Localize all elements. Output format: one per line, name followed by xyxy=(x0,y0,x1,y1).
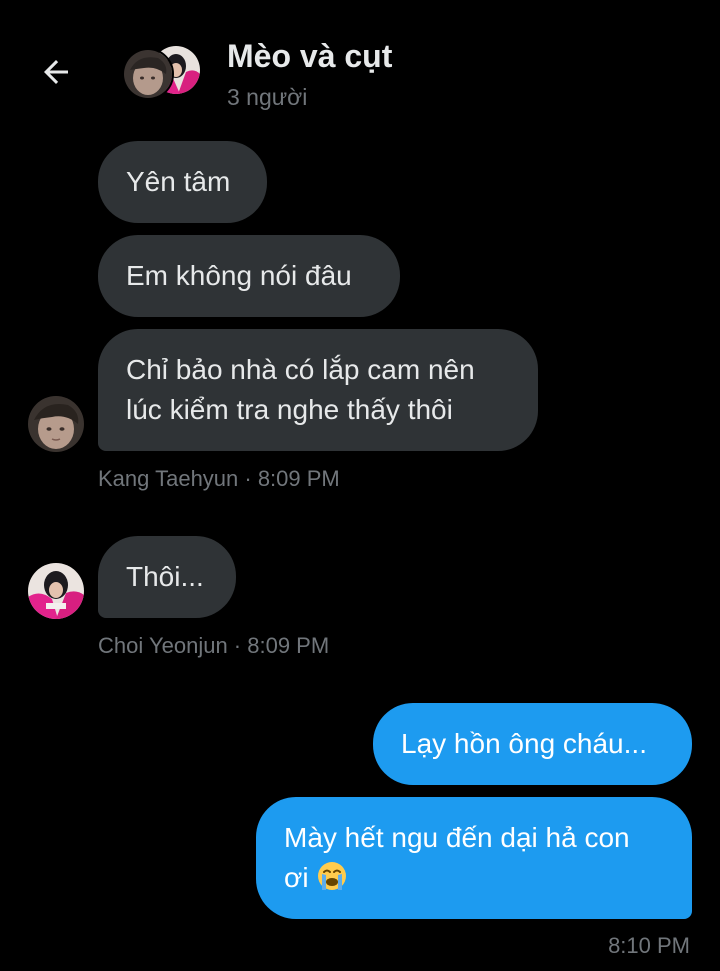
message-text: ơi xyxy=(284,862,309,893)
arrow-left-icon xyxy=(44,60,68,84)
participant-count: 3 người xyxy=(227,84,308,110)
message-text-line: Mày hết ngu đến dại hả con xyxy=(284,822,630,853)
message-bubble[interactable]: Yên tâm xyxy=(98,141,267,223)
message-text: Lạy hồn ông cháu... xyxy=(401,728,647,759)
conversation-title[interactable]: Mèo và cụt xyxy=(227,38,392,75)
message-text-line: lúc kiểm tra nghe thấy thôi xyxy=(126,394,453,425)
loudly-crying-face-icon xyxy=(318,862,347,890)
message-bubble[interactable]: Em không nói đâu xyxy=(98,235,400,317)
group-avatar[interactable] xyxy=(122,46,202,100)
message-text-line: Chỉ bảo nhà có lắp cam nên xyxy=(126,354,475,385)
message-bubble[interactable]: Mày hết ngu đến dại hả con ơi xyxy=(256,797,692,919)
conversation-header: Mèo và cụt 3 người xyxy=(0,0,720,130)
message-bubble[interactable]: Thôi... xyxy=(98,536,236,618)
message-timestamp: 8:10 PM xyxy=(608,933,690,958)
back-button[interactable] xyxy=(34,50,78,94)
message-text: Yên tâm xyxy=(126,166,231,197)
member-avatar-dark xyxy=(122,48,174,100)
message-text: Thôi... xyxy=(126,561,204,592)
sender-avatar-kang[interactable] xyxy=(28,396,84,452)
sender-avatar-choi[interactable] xyxy=(28,563,84,619)
message-bubble[interactable]: Chỉ bảo nhà có lắp cam nên lúc kiểm tra … xyxy=(98,329,538,451)
message-bubble[interactable]: Lạy hồn ông cháu... xyxy=(373,703,692,785)
message-text-line: ơi xyxy=(284,858,664,898)
message-meta: Kang Taehyun · 8:09 PM xyxy=(98,466,340,491)
message-text: Em không nói đâu xyxy=(126,260,352,291)
message-meta: Choi Yeonjun · 8:09 PM xyxy=(98,633,330,658)
